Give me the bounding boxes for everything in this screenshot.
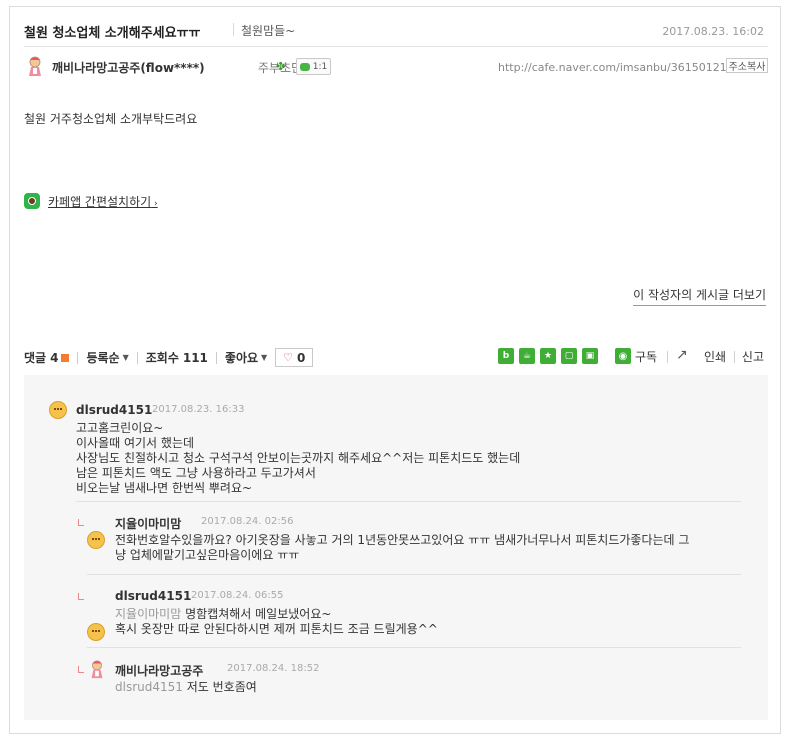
cafe-app-icon[interactable]: [24, 193, 40, 209]
print-button[interactable]: 인쇄: [704, 348, 726, 365]
like-count: 0: [296, 350, 306, 365]
author-avatar-icon[interactable]: [24, 55, 46, 77]
copy-url-button[interactable]: 주소복사: [726, 58, 768, 73]
blog-share-icon[interactable]: b: [498, 348, 514, 364]
reply-arrow-icon: [78, 519, 84, 526]
comment-date: 2017.08.24. 06:55: [191, 590, 284, 601]
comment-author[interactable]: 지율이마미맘: [115, 515, 181, 532]
commenter-avatar-icon[interactable]: [87, 623, 105, 641]
title-divider: [233, 23, 234, 36]
sort-label[interactable]: 등록순: [86, 349, 119, 366]
comment-text: 지율이마미맘 명함캡쳐해서 메일보냈어요~ 혹시 옷장만 따로 안된다하시면 제…: [115, 607, 438, 636]
cafe-app-link[interactable]: 카페앱 간편설치하기 ›: [48, 193, 158, 210]
cafe-share-icon[interactable]: ☕: [519, 348, 535, 364]
share-icons: b ☕ ★ ▢ ▣: [498, 348, 598, 364]
author-name[interactable]: 깨비나라망고공주(flow****): [52, 59, 205, 76]
comment-author[interactable]: dlsrud4151: [76, 403, 152, 417]
comment-date: 2017.08.24. 18:52: [227, 663, 320, 674]
post-url: http://cafe.naver.com/imsanbu/36150121: [498, 61, 727, 74]
like-button[interactable]: ♡ 0: [275, 348, 314, 367]
comment-divider: [76, 501, 741, 502]
cafe-article: 철원 청소업체 소개해주세요ㅠㅠ 철원맘들~ 2017.08.23. 16:02…: [9, 6, 781, 734]
board-link[interactable]: 철원맘들~: [241, 22, 295, 39]
chevron-down-icon[interactable]: ▼: [123, 353, 129, 362]
chat-label: 1:1: [312, 61, 328, 72]
post-share-icon[interactable]: ▣: [582, 348, 598, 364]
comment-divider: [87, 647, 741, 648]
like-label[interactable]: 좋아요: [225, 349, 258, 366]
post-title: 철원 청소업체 소개해주세요ㅠㅠ: [24, 26, 201, 41]
reply-arrow-icon: [78, 593, 84, 600]
comment-divider: [87, 574, 741, 575]
comment-date: 2017.08.24. 02:56: [201, 516, 294, 527]
chat-button[interactable]: 1:1: [296, 58, 331, 75]
chat-bubble-icon: [299, 62, 310, 71]
mention-link[interactable]: dlsrud4151: [115, 680, 183, 694]
comment-text: dlsrud4151 저도 번호좀여: [115, 680, 257, 694]
chevron-down-icon[interactable]: ▼: [261, 353, 267, 362]
share-arrow-icon[interactable]: ↗: [676, 347, 688, 363]
commenter-avatar-icon[interactable]: [87, 531, 105, 549]
comments-count[interactable]: 4: [50, 351, 58, 365]
commenter-avatar-icon[interactable]: [49, 401, 67, 419]
header-divider: [24, 46, 768, 47]
chevron-right-icon: ›: [151, 199, 158, 209]
rss-icon[interactable]: ◉: [615, 348, 631, 364]
mention-link[interactable]: 지율이마미맘: [115, 607, 181, 621]
views-label: 조회수: [145, 351, 179, 365]
heart-icon: ♡: [283, 351, 293, 364]
comments-label[interactable]: 댓글: [24, 349, 46, 366]
comment-author[interactable]: 깨비나라망고공주: [115, 662, 203, 679]
post-content: 철원 거주청소업체 소개부탁드려요: [24, 112, 198, 126]
comment-list: dlsrud4151 2017.08.23. 16:33 고고홈크린이요~ 이사…: [24, 375, 768, 720]
cafe-app-link-label: 카페앱 간편설치하기: [48, 195, 152, 209]
reply-arrow-icon: [78, 666, 84, 673]
subscribe-button[interactable]: 구독: [635, 348, 657, 365]
report-button[interactable]: 신고: [742, 348, 764, 365]
comment-text: 고고홈크린이요~ 이사올때 여기서 했는데 사장님도 친절하시고 청소 구석구석…: [76, 421, 521, 495]
comment-date: 2017.08.23. 16:33: [152, 404, 245, 415]
commenter-avatar-icon[interactable]: [87, 659, 107, 679]
new-badge-icon: [61, 353, 70, 362]
bookmark-star-icon[interactable]: ★: [540, 348, 556, 364]
memo-share-icon[interactable]: ▢: [561, 348, 577, 364]
rank-sprout-icon: ✤: [276, 60, 286, 73]
comment-text: 전화번호알수있을까요? 아기옷장을 사놓고 거의 1년동안못쓰고있어요 ㅠㅠ 냄…: [115, 533, 690, 562]
post-date: 2017.08.23. 16:02: [662, 25, 764, 38]
views-count: 111: [182, 350, 208, 365]
comment-author[interactable]: dlsrud4151: [115, 589, 191, 603]
comment-toolbar: 댓글 4 등록순 ▼ 조회수 111 좋아요 ▼ ♡ 0: [24, 348, 314, 367]
more-posts-link[interactable]: 이 작성자의 게시글 더보기: [633, 286, 766, 306]
